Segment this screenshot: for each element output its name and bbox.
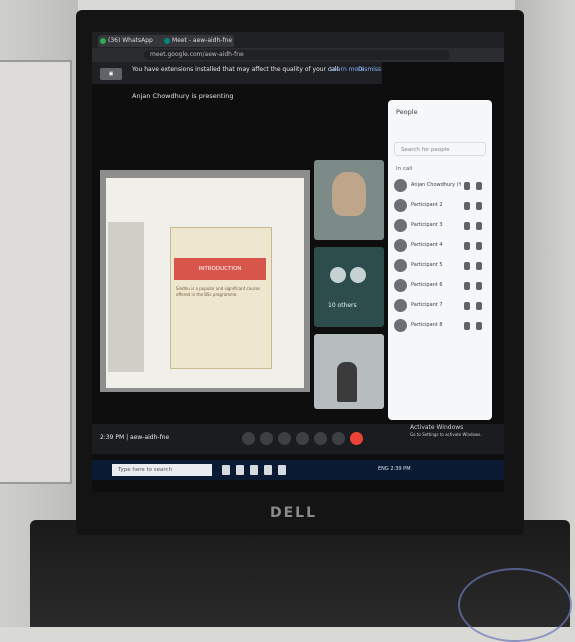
- whatsapp-icon: [100, 38, 106, 44]
- participant-row[interactable]: Participant 7: [394, 298, 486, 314]
- mic-toggle-button[interactable]: [242, 432, 255, 445]
- people-search-input[interactable]: Search for people: [394, 142, 486, 156]
- more-icon[interactable]: [476, 222, 482, 230]
- tab-label: Meet - aew-aidh-fne: [172, 37, 233, 44]
- participant-name: Participant 5: [411, 262, 443, 268]
- mic-icon: [464, 222, 470, 230]
- participant-name: Participant 6: [411, 282, 443, 288]
- dismiss-link[interactable]: Dismiss: [358, 66, 381, 73]
- meet-logo: ▣: [100, 68, 122, 80]
- banner-text: You have extensions installed that may a…: [132, 66, 339, 73]
- participant-row[interactable]: Participant 4: [394, 238, 486, 254]
- slide-thumbnails: [108, 222, 144, 372]
- more-icon[interactable]: [476, 202, 482, 210]
- raise-hand-button[interactable]: [296, 432, 309, 445]
- tab-label: (36) WhatsApp: [108, 37, 153, 44]
- others-count: 10 others: [328, 302, 357, 309]
- mic-icon: [464, 182, 470, 190]
- chrome-icon[interactable]: [236, 465, 244, 475]
- avatar: [394, 319, 407, 332]
- more-icon[interactable]: [476, 322, 482, 330]
- more-icon[interactable]: [476, 262, 482, 270]
- participant-name: Participant 3: [411, 222, 443, 228]
- participant-row[interactable]: Participant 2: [394, 198, 486, 214]
- url-field[interactable]: meet.google.com/aew-aidh-fne: [144, 50, 450, 60]
- participant-row[interactable]: Participant 5: [394, 258, 486, 274]
- activate-windows-watermark: Activate Windows Go to Settings to activa…: [410, 424, 482, 438]
- tab-whatsapp[interactable]: (36) WhatsApp: [98, 35, 168, 47]
- participant-name: Participant 2: [411, 202, 443, 208]
- captions-button[interactable]: [278, 432, 291, 445]
- tab-meet[interactable]: Meet - aew-aidh-fne: [162, 35, 234, 47]
- slide-canvas: [170, 227, 272, 369]
- participant-name: Anjan Chowdhury (You): [411, 182, 461, 188]
- participant-row[interactable]: Participant 6: [394, 278, 486, 294]
- mic-icon: [464, 302, 470, 310]
- avatar: [394, 239, 407, 252]
- presenting-label: Anjan Chowdhury is presenting: [132, 92, 234, 100]
- store-icon[interactable]: [278, 465, 286, 475]
- laptop-logo: DELL: [270, 505, 318, 521]
- participant-row[interactable]: Participant 3: [394, 218, 486, 234]
- more-options-button[interactable]: [332, 432, 345, 445]
- laptop-screen: (36) WhatsApp Meet - aew-aidh-fne meet.g…: [92, 32, 504, 492]
- window-frame: [0, 60, 72, 484]
- avatar: [394, 199, 407, 212]
- participant-figure: [337, 362, 357, 402]
- avatar: [394, 259, 407, 272]
- mic-icon: [464, 322, 470, 330]
- avatar: [394, 279, 407, 292]
- stamp-mark: [458, 568, 572, 642]
- meeting-code: 2:39 PM | aew-aidh-fne: [100, 434, 170, 441]
- participant-row[interactable]: Participant 8: [394, 318, 486, 334]
- mic-icon: [464, 282, 470, 290]
- camera-toggle-button[interactable]: [260, 432, 273, 445]
- participant-name: Participant 4: [411, 242, 443, 248]
- slide-title: INTRODUCTION: [174, 258, 266, 280]
- taskbar-search[interactable]: Type here to search: [112, 464, 212, 476]
- participant-name: Participant 8: [411, 322, 443, 328]
- slide-body: Sindhu is a popular and significant cour…: [176, 286, 260, 297]
- avatar: [394, 219, 407, 232]
- avatar: [350, 267, 366, 283]
- panel-title: People: [396, 108, 418, 116]
- taskview-icon[interactable]: [222, 465, 230, 475]
- video-tile-others[interactable]: [314, 247, 384, 327]
- mic-icon: [464, 202, 470, 210]
- avatar: [330, 267, 346, 283]
- mic-icon: [464, 242, 470, 250]
- leave-call-button[interactable]: [350, 432, 363, 445]
- participant-name: Participant 7: [411, 302, 443, 308]
- meet-icon: [164, 38, 170, 44]
- participant-face: [332, 172, 366, 216]
- activate-sub: Go to Settings to activate Windows.: [410, 432, 482, 437]
- avatar: [394, 179, 407, 192]
- more-icon[interactable]: [476, 242, 482, 250]
- participant-row[interactable]: Anjan Chowdhury (You): [394, 178, 486, 194]
- in-call-label: In call: [396, 166, 413, 172]
- more-icon[interactable]: [476, 302, 482, 310]
- mic-icon: [464, 262, 470, 270]
- more-icon[interactable]: [476, 282, 482, 290]
- avatar: [394, 299, 407, 312]
- edge-icon[interactable]: [264, 465, 272, 475]
- more-icon[interactable]: [476, 182, 482, 190]
- files-icon[interactable]: [250, 465, 258, 475]
- present-button[interactable]: [314, 432, 327, 445]
- activate-title: Activate Windows: [410, 424, 464, 431]
- system-tray: ENG 2:39 PM: [378, 466, 411, 472]
